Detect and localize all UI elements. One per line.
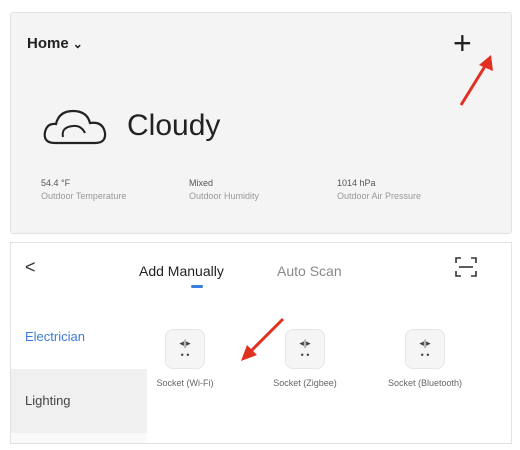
stat-value: Mixed	[189, 178, 214, 188]
stat-temperature: 54.4 °F Outdoor Temperature	[41, 177, 126, 203]
device-socket-bluetooth[interactable]: ◂|▸ • • Socket (Bluetooth)	[385, 329, 465, 389]
sidebar-item-lighting[interactable]: Lighting	[11, 369, 147, 433]
socket-icon: ◂|▸ • •	[165, 329, 205, 369]
back-icon[interactable]: <	[25, 257, 36, 278]
stat-label: Outdoor Air Pressure	[337, 191, 422, 201]
weather-condition: Cloudy	[127, 109, 221, 142]
category-sidebar: Electrician Lighting	[11, 305, 147, 443]
socket-icon: ◂|▸ • •	[285, 329, 325, 369]
device-name: Socket (Wi-Fi)	[156, 378, 214, 388]
scan-icon[interactable]	[455, 257, 477, 277]
stat-value: 54.4 °F	[41, 178, 71, 188]
device-name: Socket (Bluetooth)	[387, 378, 463, 388]
device-name: Socket (Zigbee)	[273, 378, 337, 388]
annotation-arrow	[241, 317, 285, 361]
tab-add-manually[interactable]: Add Manually	[139, 263, 224, 279]
home-title: Home	[27, 35, 69, 52]
home-selector[interactable]: Home ⌄	[27, 35, 83, 52]
chevron-down-icon: ⌄	[72, 37, 83, 51]
home-panel: Home ⌄ + Cloudy 54.4 °F Outdoor Temperatu…	[10, 12, 512, 234]
stat-value: 1014 hPa	[337, 178, 376, 188]
sidebar-item-electrician[interactable]: Electrician	[11, 305, 147, 369]
stat-label: Outdoor Humidity	[189, 191, 260, 201]
add-device-panel: < Add Manually Auto Scan Electrician Lig…	[10, 242, 512, 444]
cloud-icon	[43, 109, 107, 145]
tab-active-indicator	[191, 285, 203, 288]
device-socket-wifi[interactable]: ◂|▸ • • Socket (Wi-Fi)	[145, 329, 225, 389]
annotation-arrow	[459, 55, 493, 106]
tab-auto-scan[interactable]: Auto Scan	[277, 263, 342, 279]
stat-label: Outdoor Temperature	[41, 191, 127, 201]
socket-icon: ◂|▸ • •	[405, 329, 445, 369]
stat-pressure: 1014 hPa Outdoor Air Pressure	[337, 177, 421, 203]
stat-humidity: Mixed Outdoor Humidity	[189, 177, 259, 203]
